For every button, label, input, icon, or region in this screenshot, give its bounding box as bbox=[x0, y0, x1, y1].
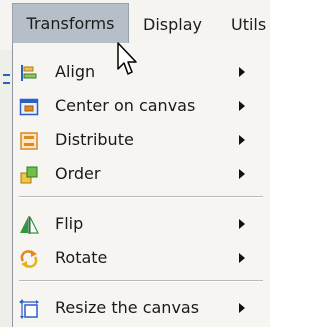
submenu-arrow-icon bbox=[239, 67, 245, 77]
menu-item-label: Rotate bbox=[55, 248, 108, 267]
menu-item-label: Distribute bbox=[55, 130, 134, 149]
menu-item-label: Center on canvas bbox=[55, 96, 196, 115]
menu-item-resize-canvas[interactable]: Resize the canvas bbox=[13, 291, 270, 325]
mouse-pointer-icon bbox=[117, 42, 139, 78]
menu-item-align[interactable]: Align bbox=[13, 55, 270, 89]
menu-item-label: Flip bbox=[55, 214, 84, 233]
transforms-dropdown-menu: Align Center on canvas Distribute Order … bbox=[12, 43, 270, 327]
menu-item-distribute[interactable]: Distribute bbox=[13, 123, 270, 157]
submenu-arrow-icon bbox=[239, 135, 245, 145]
menu-item-center-on-canvas[interactable]: Center on canvas bbox=[13, 89, 270, 123]
submenu-arrow-icon bbox=[239, 101, 245, 111]
menu-item-label: Resize the canvas bbox=[55, 298, 200, 317]
center-on-canvas-icon bbox=[19, 97, 39, 117]
menu-item-rotate[interactable]: Rotate bbox=[13, 241, 270, 275]
menu-item-label: Order bbox=[55, 164, 101, 183]
order-icon bbox=[19, 165, 39, 185]
flip-icon bbox=[19, 215, 39, 235]
menu-item-order[interactable]: Order bbox=[13, 157, 270, 191]
align-icon bbox=[19, 63, 39, 83]
menu-item-label: Align bbox=[55, 62, 96, 81]
menu-transforms[interactable]: Transforms bbox=[12, 3, 129, 43]
menu-separator bbox=[19, 196, 263, 198]
distribute-icon bbox=[19, 131, 39, 151]
menu-item-flip[interactable]: Flip bbox=[13, 207, 270, 241]
submenu-arrow-icon bbox=[239, 253, 245, 263]
submenu-arrow-icon bbox=[239, 219, 245, 229]
submenu-arrow-icon bbox=[239, 169, 245, 179]
menu-separator bbox=[19, 280, 263, 282]
submenu-arrow-icon bbox=[239, 303, 245, 313]
rotate-icon bbox=[19, 249, 39, 269]
resize-canvas-icon bbox=[19, 299, 39, 319]
background-window-edge bbox=[0, 50, 12, 327]
